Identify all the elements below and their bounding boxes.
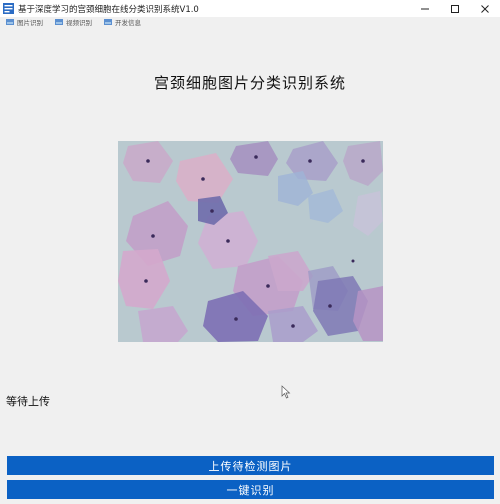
- status-text: 等待上传: [6, 395, 50, 408]
- minimize-icon: [421, 8, 429, 9]
- maximize-icon: [451, 4, 459, 13]
- info-icon: [104, 19, 112, 25]
- upload-image-button[interactable]: 上传待检测图片: [7, 456, 494, 475]
- menu-bar: 图片识别 视频识别 开发信息: [0, 17, 500, 27]
- window-controls: [410, 0, 500, 17]
- cell-image-preview: [118, 141, 383, 342]
- menu-item-video-recognition[interactable]: 视频识别: [55, 17, 92, 27]
- menu-item-image-recognition[interactable]: 图片识别: [6, 17, 43, 27]
- menu-item-dev-info[interactable]: 开发信息: [104, 17, 141, 27]
- close-icon: [481, 4, 489, 13]
- maximize-button[interactable]: [440, 0, 470, 17]
- page-title: 宫颈细胞图片分类识别系统: [153, 74, 346, 92]
- image-icon: [6, 19, 14, 25]
- menu-item-label: 视频识别: [66, 19, 92, 27]
- title-bar: 基于深度学习的宫颈细胞在线分类识别系统V1.0: [0, 0, 500, 17]
- recognize-button[interactable]: 一键识别: [7, 480, 494, 499]
- close-button[interactable]: [470, 0, 500, 17]
- menu-item-label: 开发信息: [115, 19, 141, 27]
- minimize-button[interactable]: [410, 0, 440, 17]
- menu-item-label: 图片识别: [17, 19, 43, 27]
- video-icon: [55, 19, 63, 25]
- mouse-cursor-icon: [281, 385, 291, 399]
- app-icon: [3, 3, 14, 14]
- window-title: 基于深度学习的宫颈细胞在线分类识别系统V1.0: [18, 4, 199, 15]
